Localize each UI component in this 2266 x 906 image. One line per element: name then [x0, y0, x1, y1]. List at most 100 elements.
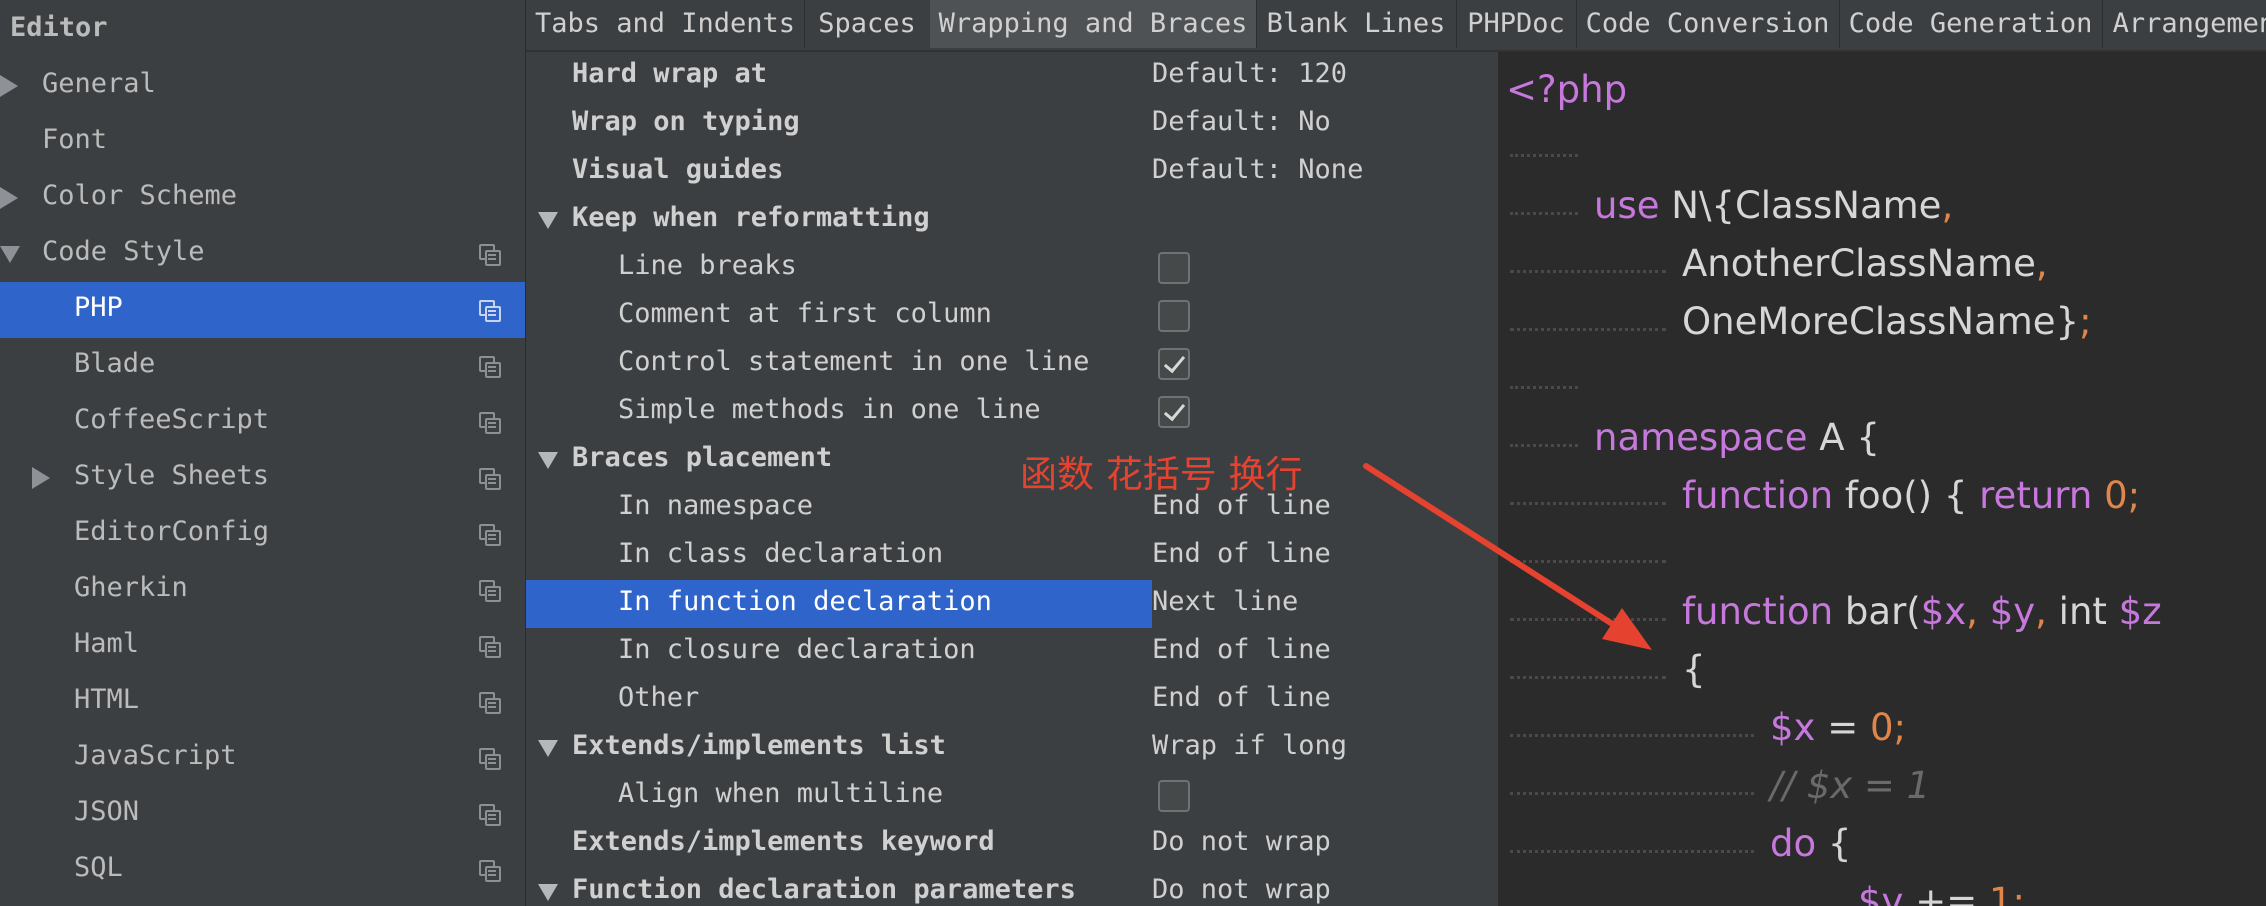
setting-name: Line breaks: [618, 250, 797, 281]
tab[interactable]: Arrangement: [2102, 0, 2266, 48]
code-token: ;: [2127, 474, 2141, 517]
sidebar-item[interactable]: HTML: [0, 674, 525, 730]
chevron-right-icon[interactable]: [0, 75, 18, 97]
project-scheme-icon: [479, 244, 501, 266]
setting-checkbox[interactable]: [1158, 300, 1190, 332]
setting-name: In closure declaration: [618, 634, 976, 665]
sidebar-item[interactable]: JSON: [0, 786, 525, 842]
sidebar-item[interactable]: General: [0, 58, 525, 114]
settings-row[interactable]: Extends/implements keyword Do not wrap: [526, 820, 1498, 868]
setting-value[interactable]: End of line: [1152, 682, 1331, 713]
settings-row[interactable]: Align when multiline: [526, 772, 1498, 820]
tab[interactable]: Wrapping and Braces: [930, 0, 1257, 48]
setting-name: Function declaration parameters: [572, 874, 1076, 905]
settings-row[interactable]: Braces placement: [526, 436, 1498, 484]
sidebar-item[interactable]: CoffeeScript: [0, 394, 525, 450]
sidebar-title: Editor: [10, 12, 108, 43]
code-text: // $x = 1: [1770, 758, 1930, 814]
code-token: ;: [2079, 300, 2092, 343]
code-token: {: [1816, 822, 1852, 865]
code-token: function: [1682, 590, 1834, 633]
setting-name: Keep when reformatting: [572, 202, 930, 233]
code-text: $y += 1;: [1858, 874, 2025, 906]
sidebar-item-label: Blade: [74, 348, 156, 379]
sidebar-item[interactable]: Font: [0, 114, 525, 170]
settings-row[interactable]: Extends/implements list Wrap if long: [526, 724, 1498, 772]
whitespace-dots: [1510, 772, 1754, 795]
code-token: OneMoreClassName}: [1682, 300, 2080, 343]
sidebar-item[interactable]: Gherkin: [0, 562, 525, 618]
tab[interactable]: Spaces: [804, 0, 931, 48]
setting-name: Extends/implements keyword: [572, 826, 995, 857]
setting-value[interactable]: Next line: [1152, 586, 1298, 617]
code-token: ,: [1941, 184, 1954, 227]
setting-value[interactable]: Do not wrap: [1152, 826, 1331, 857]
sidebar-item[interactable]: Haml: [0, 618, 525, 674]
settings-row[interactable]: Keep when reformatting: [526, 196, 1498, 244]
code-token: ;: [1893, 706, 1906, 749]
settings-row[interactable]: Wrap on typing Default: No: [526, 100, 1498, 148]
settings-row[interactable]: Function declaration parameters Do not wr…: [526, 868, 1498, 906]
code-token: AnotherClassName: [1682, 242, 2036, 285]
whitespace-dots: [1510, 482, 1666, 505]
settings-row[interactable]: Hard wrap at Default: 120: [526, 52, 1498, 100]
setting-value[interactable]: Default: None: [1152, 154, 1363, 185]
chevron-down-icon[interactable]: [538, 884, 558, 901]
chevron-down-icon[interactable]: [538, 740, 558, 757]
project-scheme-icon: [479, 356, 501, 378]
settings-row[interactable]: In closure declaration End of line: [526, 628, 1498, 676]
chevron-down-icon[interactable]: [538, 452, 558, 469]
sidebar-item[interactable]: JavaScript: [0, 730, 525, 786]
tab[interactable]: Code Generation: [1839, 0, 2103, 48]
setting-name: In namespace: [618, 490, 814, 521]
code-token: $y: [1989, 590, 2036, 633]
project-scheme-icon: [479, 468, 501, 490]
settings-row[interactable]: In namespace End of line: [526, 484, 1498, 532]
tab[interactable]: Code Conversion: [1576, 0, 1840, 48]
chevron-right-icon[interactable]: [32, 467, 50, 489]
sidebar-item[interactable]: PHP: [0, 282, 525, 338]
settings-row[interactable]: In class declaration End of line: [526, 532, 1498, 580]
setting-value[interactable]: Do not wrap: [1152, 874, 1331, 905]
sidebar-item[interactable]: Blade: [0, 338, 525, 394]
code-text: function foo() { return 0;: [1682, 468, 2140, 524]
sidebar-item[interactable]: EditorConfig: [0, 506, 525, 562]
setting-checkbox[interactable]: [1158, 252, 1190, 284]
settings-row[interactable]: Control statement in one line: [526, 340, 1498, 388]
setting-checkbox[interactable]: [1158, 396, 1190, 428]
project-scheme-icon: [479, 300, 501, 322]
sidebar-item[interactable]: Code Style: [0, 226, 525, 282]
setting-value[interactable]: End of line: [1152, 634, 1331, 665]
setting-value[interactable]: End of line: [1152, 538, 1331, 569]
settings-row[interactable]: Line breaks: [526, 244, 1498, 292]
sidebar-item-label: JavaScript: [74, 740, 237, 771]
settings-row[interactable]: Comment at first column: [526, 292, 1498, 340]
chevron-down-icon[interactable]: [538, 212, 558, 229]
sidebar-item[interactable]: SQL: [0, 842, 525, 898]
sidebar-item[interactable]: Color Scheme: [0, 170, 525, 226]
whitespace-dots: [1510, 830, 1754, 853]
setting-checkbox[interactable]: [1158, 348, 1190, 380]
settings-row[interactable]: Other End of line: [526, 676, 1498, 724]
wrapping-settings-table: Hard wrap at Default: 120 Wrap on typing De…: [526, 52, 1498, 906]
setting-value[interactable]: Default: No: [1152, 106, 1331, 137]
code-token: 0: [1869, 706, 1894, 749]
chevron-right-icon[interactable]: [0, 187, 18, 209]
setting-value[interactable]: Wrap if long: [1152, 730, 1347, 761]
tab[interactable]: Blank Lines: [1256, 0, 1457, 48]
tab[interactable]: Tabs and Indents: [526, 0, 805, 48]
code-token: int: [2058, 590, 2119, 633]
settings-row[interactable]: In function declaration Next line: [526, 580, 1498, 628]
code-text: function bar($x, $y, int $z: [1682, 584, 2162, 640]
setting-value[interactable]: Default: 120: [1152, 58, 1347, 89]
chevron-down-icon[interactable]: [0, 246, 20, 263]
sidebar-item-label: EditorConfig: [74, 516, 270, 547]
tab[interactable]: PHPDoc: [1456, 0, 1577, 48]
code-token: 1: [1988, 880, 2013, 906]
settings-row[interactable]: Visual guides Default: None: [526, 148, 1498, 196]
code-token: bar(: [1833, 590, 1921, 633]
setting-checkbox[interactable]: [1158, 780, 1190, 812]
settings-row[interactable]: Simple methods in one line: [526, 388, 1498, 436]
sidebar-item[interactable]: Style Sheets: [0, 450, 525, 506]
